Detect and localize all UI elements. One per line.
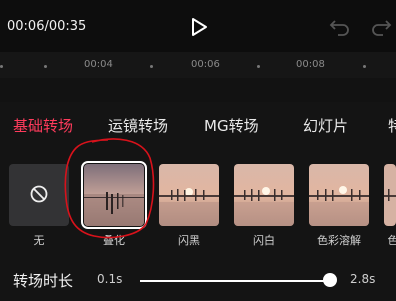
ruler-tick: 00:08 [296,59,325,70]
ruler-tick: 00:04 [84,59,113,70]
duration-slider[interactable] [140,273,337,287]
ruler-dot [150,65,153,68]
tab-camera[interactable]: 运镜转场 [108,115,168,136]
slider-fill [140,280,330,282]
transition-label: 叠化 [103,234,125,247]
tab-slideshow[interactable]: 幻灯片 [303,115,348,136]
transition-label: 无 [33,234,45,247]
duration-max: 2.8s [350,272,376,286]
transition-label: 色 [387,234,396,247]
transition-flash-black[interactable] [159,164,219,226]
redo-icon[interactable] [370,17,392,37]
transition-label: 闪黑 [178,234,200,247]
duration-label: 转场时长 [13,272,74,290]
play-icon[interactable] [190,17,208,37]
ruler-dot [0,65,3,68]
duration-min: 0.1s [97,272,123,286]
transition-none[interactable] [9,164,69,226]
playback-time: 00:06/00:35 [7,19,87,34]
ruler-dot [44,65,47,68]
timeline-ruler[interactable]: 00:04 00:06 00:08 [0,52,396,78]
tab-mg[interactable]: MG转场 [204,115,259,136]
transition-partial[interactable] [384,164,396,226]
undo-icon[interactable] [329,17,351,37]
player-bar: 00:06/00:35 [0,0,396,52]
ruler-tick: 00:06 [191,59,220,70]
slider-knob[interactable] [323,273,337,287]
none-icon [30,185,48,203]
transition-category-tabs: 基础转场 运镜转场 MG转场 幻灯片 特 [0,106,396,142]
tab-special[interactable]: 特 [388,115,396,136]
transition-label: 闪白 [253,234,275,247]
ruler-dot [363,65,366,68]
ruler-dot [257,65,260,68]
tab-basic[interactable]: 基础转场 [13,115,73,136]
transition-dissolve[interactable] [81,161,147,229]
transition-flash-white[interactable] [234,164,294,226]
timeline-area [0,78,396,102]
transition-label: 色彩溶解 [317,234,361,247]
transition-color-dissolve[interactable] [309,164,369,226]
